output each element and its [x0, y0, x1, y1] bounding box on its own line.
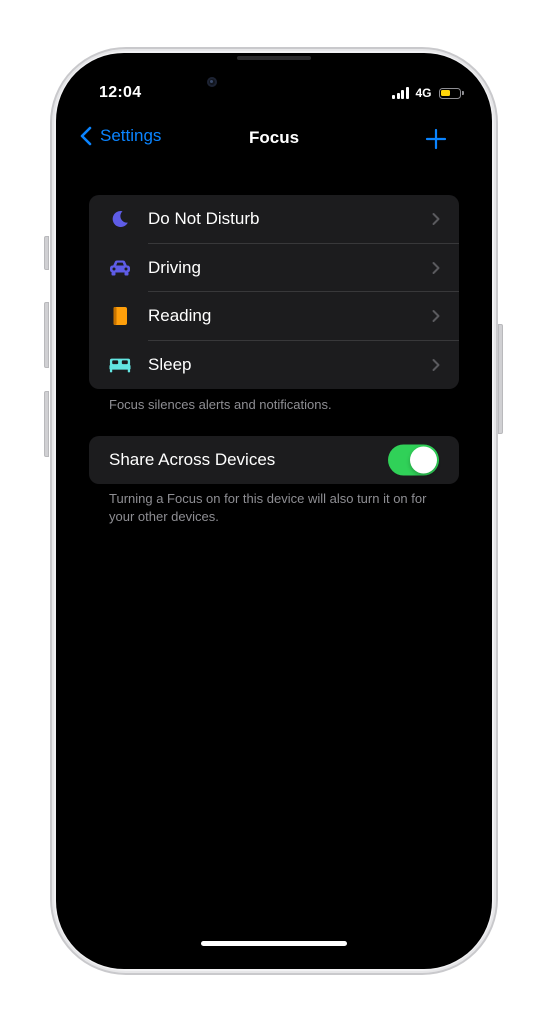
share-across-devices-group: Share Across Devices — [89, 436, 459, 484]
power-button[interactable] — [498, 324, 503, 434]
focus-footer-text: Focus silences alerts and notifications. — [109, 397, 332, 412]
chevron-right-icon — [432, 310, 440, 323]
add-focus-button[interactable] — [424, 127, 448, 151]
battery-icon — [438, 87, 464, 99]
battery-fill — [441, 90, 450, 96]
front-camera — [207, 77, 217, 87]
volume-up-button[interactable] — [44, 302, 49, 368]
action-button[interactable] — [44, 236, 49, 270]
moon-icon — [109, 208, 131, 230]
focus-row-driving[interactable]: Driving — [89, 244, 459, 292]
focus-row-reading[interactable]: Reading — [89, 292, 459, 341]
chevron-right-icon — [432, 213, 440, 226]
back-button[interactable]: Settings — [80, 126, 161, 146]
home-indicator[interactable] — [201, 941, 347, 946]
back-button-label: Settings — [100, 126, 162, 145]
chevron-right-icon — [432, 358, 440, 371]
stage: 12:04 4G Settings Focus Do Not Disturb D… — [0, 0, 548, 1024]
focus-row-label: Reading — [148, 306, 212, 326]
bed-icon — [109, 354, 131, 376]
speaker-grille — [237, 56, 311, 60]
share-across-devices-row: Share Across Devices — [89, 436, 459, 484]
focus-row-do-not-disturb[interactable]: Do Not Disturb — [89, 195, 459, 244]
chevron-left-icon — [80, 126, 92, 146]
page-title: Focus — [248, 128, 300, 147]
focus-row-label: Sleep — [148, 354, 192, 374]
network-type: 4G — [415, 86, 432, 100]
volume-down-button[interactable] — [44, 391, 49, 457]
share-across-devices-toggle[interactable] — [388, 444, 439, 476]
focus-row-sleep[interactable]: Sleep — [89, 341, 459, 390]
status-indicators: 4G — [392, 86, 464, 100]
toggle-knob — [410, 446, 437, 474]
focus-row-label: Driving — [148, 257, 201, 277]
status-time: 12:04 — [99, 84, 142, 101]
chevron-right-icon — [432, 261, 440, 274]
focus-modes-list: Do Not Disturb Driving Reading Sleep — [89, 195, 459, 389]
share-across-devices-label: Share Across Devices — [109, 450, 276, 469]
focus-row-label: Do Not Disturb — [148, 209, 260, 229]
plus-icon — [425, 128, 447, 150]
cellular-signal-icon — [392, 87, 409, 99]
share-footer-text: Turning a Focus on for this device will … — [109, 491, 427, 524]
car-icon — [109, 257, 131, 279]
book-icon — [109, 305, 131, 327]
